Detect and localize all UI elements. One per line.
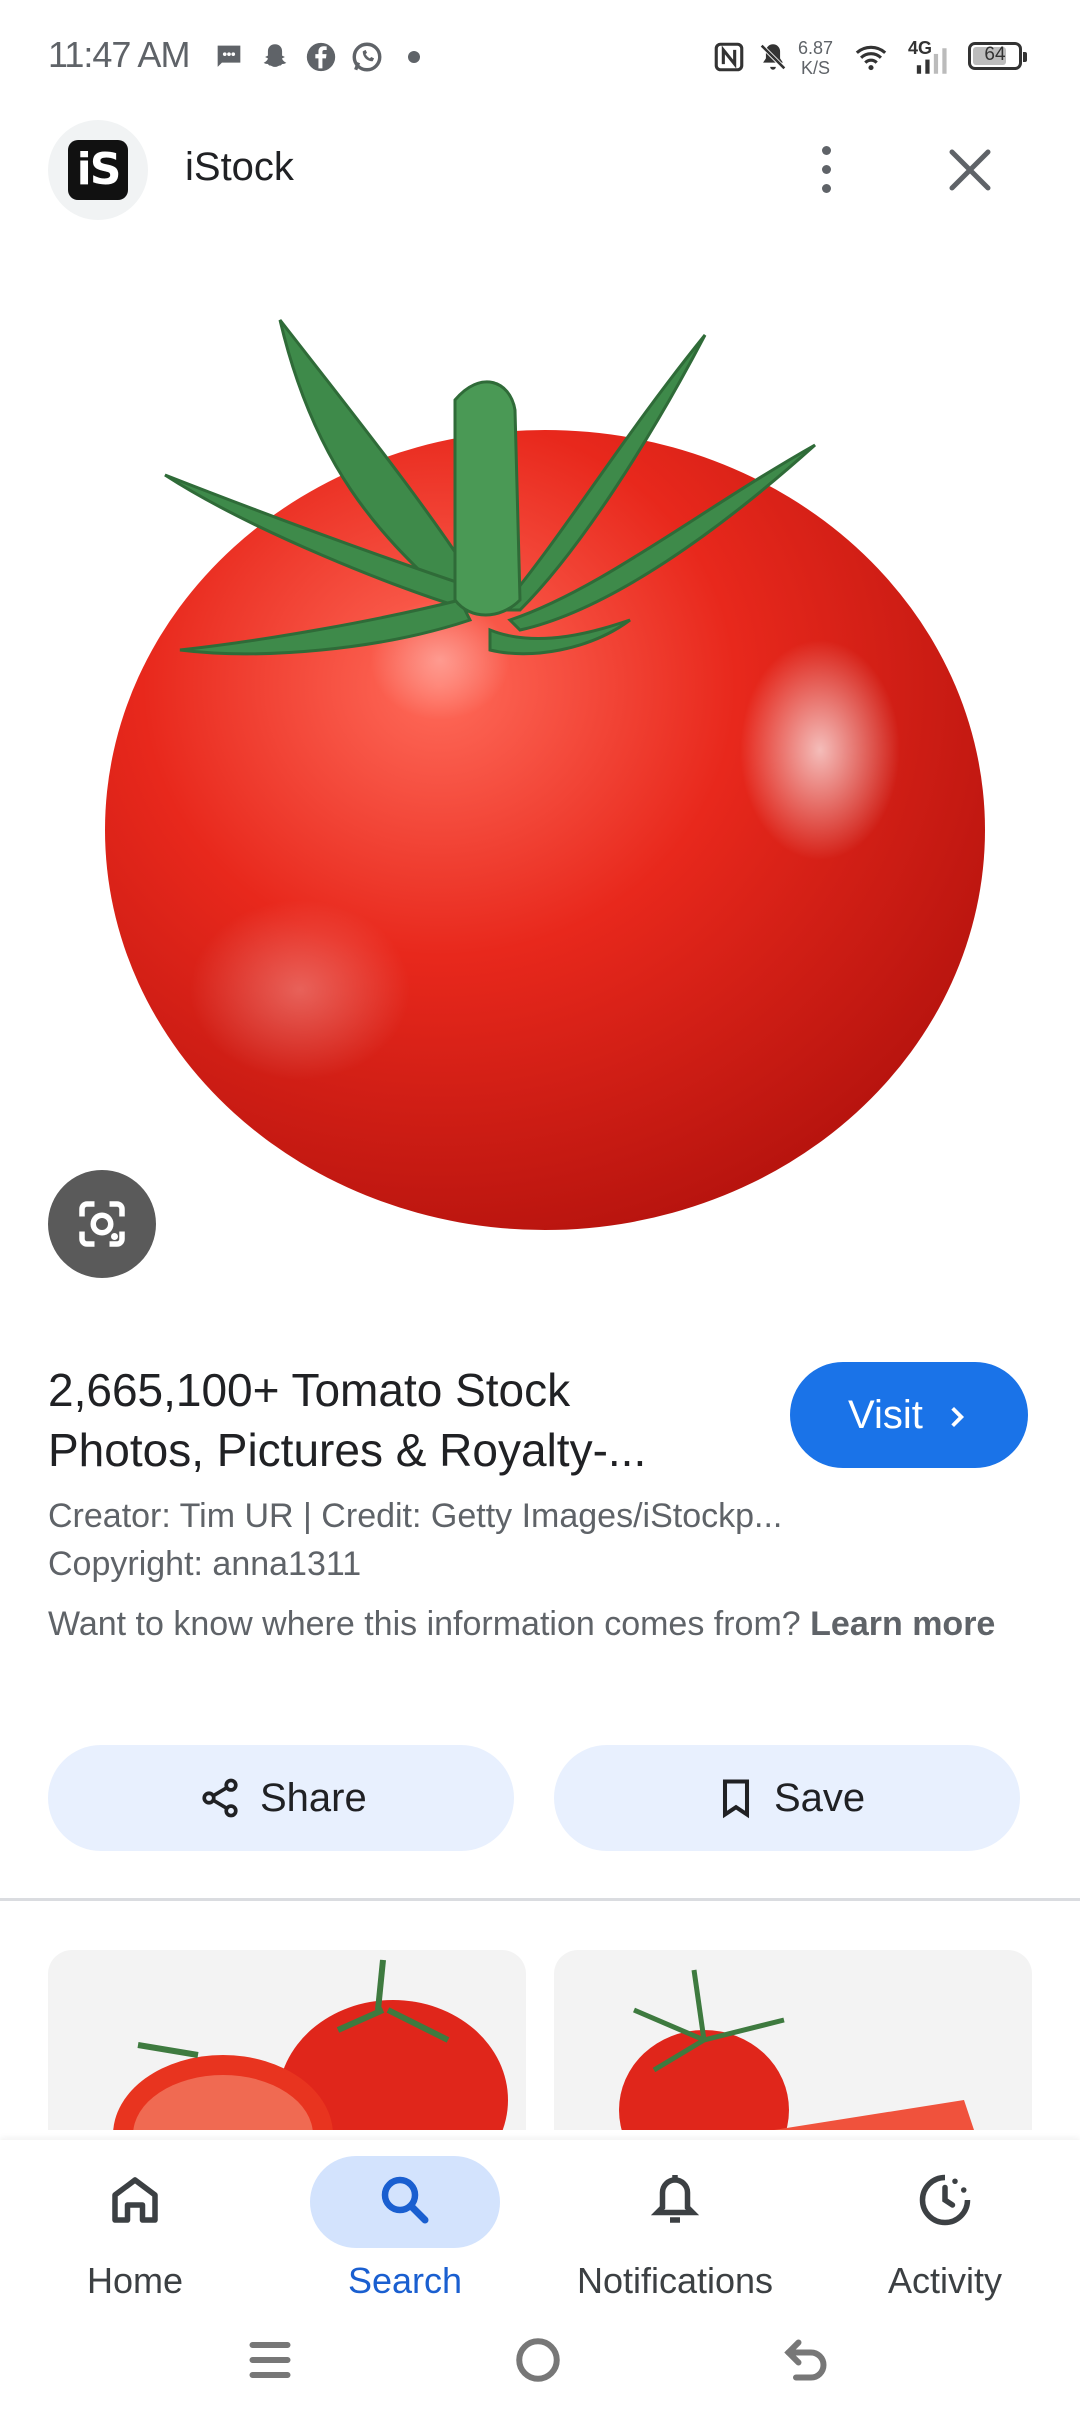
facebook-icon (306, 42, 336, 72)
speed-unit: K/S (801, 58, 831, 78)
bookmark-icon (722, 1779, 750, 1819)
nav-search-label: Search (347, 2260, 463, 2301)
copyright: Copyright: anna1311 (48, 1545, 362, 1583)
bottom-navigation: Home Search Notifications Activity (0, 2140, 1080, 2436)
nav-activity-label: Activity (887, 2260, 1002, 2301)
tomato-image[interactable] (0, 290, 1080, 1270)
search-icon (381, 2176, 429, 2224)
save-label: Save (774, 1776, 866, 1820)
info-source-text: Want to know where this information come… (48, 1605, 801, 1643)
info-source: Want to know where this information come… (48, 1600, 1008, 1648)
result-title[interactable]: 2,665,100+ Tomato Stock Photos, Pictures… (48, 1360, 748, 1480)
chevron-right-icon (951, 1406, 964, 1428)
nav-notifications[interactable]: Notifications (540, 2140, 810, 2340)
status-bar: 11:47 AM 6.87 K/S 4G 64 (0, 0, 1080, 110)
result-title-line2: Photos, Pictures & Royalty-... (48, 1424, 647, 1476)
creator-credit: Creator: Tim UR | Credit: Getty Images/i… (48, 1497, 783, 1535)
nav-search[interactable]: Search (270, 2140, 540, 2340)
share-label: Share (260, 1776, 367, 1820)
signal-icon (916, 48, 947, 74)
share-icon (202, 1778, 238, 1818)
wifi-icon (855, 45, 887, 71)
activity-icon (919, 2174, 971, 2226)
nav-home[interactable]: Home (0, 2140, 270, 2340)
share-button[interactable]: Share (48, 1745, 514, 1851)
related-image[interactable] (554, 1950, 1032, 2130)
speed-value: 6.87 (798, 38, 834, 58)
back-icon[interactable] (776, 2330, 836, 2390)
mute-icon (760, 44, 786, 70)
battery-level: 64 (984, 44, 1006, 65)
nav-home-label: Home (86, 2260, 184, 2301)
close-icon[interactable] (940, 140, 1000, 200)
site-name[interactable]: iStock (185, 145, 294, 190)
recent-apps-icon[interactable] (240, 2330, 300, 2390)
home-icon (112, 2177, 158, 2223)
nfc-icon (714, 42, 744, 72)
bell-icon (650, 2175, 700, 2223)
google-lens-button[interactable] (48, 1170, 156, 1278)
messages-icon (217, 45, 241, 67)
notification-dot (408, 51, 420, 63)
status-time: 11:47 AM (48, 34, 190, 75)
more-options-button[interactable] (808, 140, 844, 200)
battery-icon: 64 (968, 42, 1027, 70)
nav-activity[interactable]: Activity (810, 2140, 1080, 2340)
visit-label: Visit (848, 1393, 923, 1437)
section-divider (0, 1898, 1080, 1901)
snapchat-icon (263, 44, 287, 67)
lens-icon (79, 1201, 125, 1247)
nav-notifications-label: Notifications (576, 2260, 774, 2301)
related-image[interactable] (48, 1950, 526, 2130)
visit-button[interactable]: Visit (790, 1362, 1028, 1468)
network-speed: 6.87 K/S (798, 38, 833, 78)
related-tomato-image (619, 1969, 974, 2130)
site-logo: iS (48, 120, 148, 220)
save-button[interactable]: Save (554, 1745, 1020, 1851)
istock-logo: iS (68, 140, 128, 200)
home-system-icon[interactable] (508, 2330, 568, 2390)
whatsapp-icon (352, 42, 382, 72)
result-title-line1: 2,665,100+ Tomato Stock (48, 1364, 571, 1416)
related-tomato-image (113, 1959, 508, 2130)
learn-more-link[interactable]: Learn more (810, 1605, 995, 1643)
